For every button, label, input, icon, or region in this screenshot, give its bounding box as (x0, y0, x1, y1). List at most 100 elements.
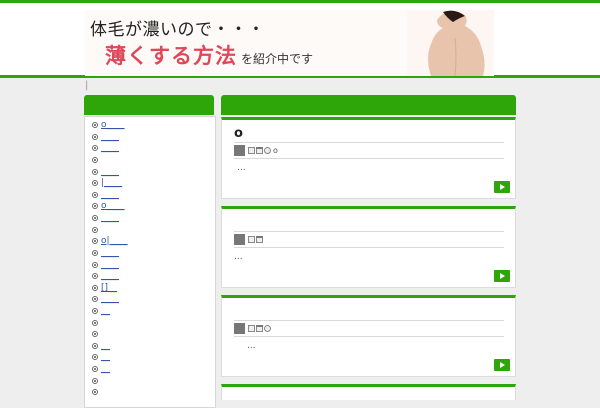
sidebar-item[interactable] (92, 387, 101, 397)
avatar (234, 145, 245, 156)
bullet-icon (92, 227, 98, 233)
post-card (221, 384, 516, 400)
folder-icon (248, 236, 255, 243)
post-excerpt: ... (237, 163, 246, 173)
divider (234, 320, 504, 321)
sidebar-item[interactable]: __ (92, 364, 110, 374)
sidebar-link[interactable]: __ (101, 352, 110, 362)
bullet-icon (92, 134, 98, 140)
sidebar-item[interactable]: o____ (92, 201, 125, 211)
bullet-icon (92, 366, 98, 372)
bullet-icon (92, 145, 98, 151)
sidebar-link[interactable]: ____ (101, 294, 119, 304)
breadcrumb: | (85, 80, 89, 91)
bullet-icon (92, 122, 98, 128)
sidebar-item[interactable]: ____ (92, 271, 119, 281)
calendar-icon (256, 325, 263, 332)
sidebar-item[interactable]: ____ (92, 190, 119, 200)
post-title[interactable]: o (234, 126, 243, 142)
site-header: 体毛が濃いので・・・ 薄くする方法 を紹介中です (0, 3, 600, 78)
divider (234, 231, 504, 232)
folder-icon (248, 147, 255, 154)
sidebar-header (84, 95, 214, 115)
read-more-button[interactable] (494, 270, 510, 282)
bullet-icon (92, 203, 98, 209)
sidebar-item[interactable]: |____ (92, 178, 122, 188)
bullet-icon (92, 320, 98, 326)
sidebar-link[interactable]: o____ (101, 120, 125, 130)
sidebar-link[interactable]: ____ (101, 260, 119, 270)
read-more-button[interactable] (494, 181, 510, 193)
sidebar-link[interactable]: ____ (101, 213, 119, 223)
sidebar-item[interactable]: ____ (92, 132, 119, 142)
sidebar-item[interactable]: ____ (92, 248, 119, 258)
tag-icon (264, 147, 271, 154)
header-banner[interactable]: 体毛が濃いので・・・ 薄くする方法 を紹介中です (85, 10, 494, 76)
divider (234, 336, 504, 337)
sidebar-link[interactable]: ____ (101, 167, 119, 177)
sidebar-item[interactable]: ____ (92, 260, 119, 270)
post-excerpt: ... (234, 252, 243, 262)
bullet-icon (92, 262, 98, 268)
post-meta: o (234, 145, 278, 156)
sidebar-item[interactable] (92, 155, 101, 165)
banner-tagline: を紹介中です (241, 52, 314, 66)
sidebar-link[interactable]: ____ (101, 132, 119, 142)
sidebar-item[interactable] (92, 329, 101, 339)
sidebar-link[interactable]: __ (101, 341, 110, 351)
sidebar-item[interactable] (92, 318, 101, 328)
bullet-icon (92, 285, 98, 291)
sidebar-link[interactable]: ____ (101, 190, 119, 200)
sidebar-link[interactable]: __ (101, 306, 110, 316)
bullet-icon (92, 238, 98, 244)
comment-count: o (273, 146, 278, 155)
bullet-icon (92, 354, 98, 360)
read-more-button[interactable] (494, 359, 510, 371)
bullet-icon (92, 250, 98, 256)
banner-headline: 体毛が濃いので・・・ (90, 20, 265, 40)
sidebar-link[interactable]: o|____ (101, 236, 128, 246)
sidebar-item[interactable] (92, 225, 101, 235)
calendar-icon (256, 236, 263, 243)
bullet-icon (92, 215, 98, 221)
bullet-icon (92, 343, 98, 349)
tag-icon (264, 325, 271, 332)
post-excerpt: ... (247, 341, 256, 351)
sidebar-item[interactable]: __ (92, 306, 110, 316)
sidebar-link[interactable]: []__ (101, 283, 117, 293)
post-meta (234, 234, 265, 245)
sidebar-item[interactable] (92, 376, 101, 386)
bullet-icon (92, 389, 98, 395)
bullet-icon (92, 296, 98, 302)
bullet-icon (92, 192, 98, 198)
post-meta (234, 323, 273, 334)
sidebar-link[interactable]: __ (101, 364, 110, 374)
sidebar-link[interactable]: ____ (101, 271, 119, 281)
bullet-icon (92, 157, 98, 163)
sidebar-link[interactable]: ____ (101, 143, 119, 153)
sidebar-link[interactable]: |____ (101, 178, 122, 188)
main-header (221, 95, 516, 115)
sidebar-link[interactable]: ____ (101, 248, 119, 258)
sidebar-item[interactable]: ____ (92, 294, 119, 304)
sidebar-item[interactable]: __ (92, 341, 110, 351)
sidebar-item[interactable]: o|____ (92, 236, 128, 246)
banner-subline: 薄くする方法 を紹介中です (105, 40, 313, 70)
sidebar-item[interactable]: o____ (92, 120, 125, 130)
divider (234, 158, 504, 159)
avatar (234, 234, 245, 245)
sidebar-link[interactable]: o____ (101, 201, 125, 211)
divider (234, 142, 504, 143)
avatar (234, 323, 245, 334)
bullet-icon (92, 378, 98, 384)
sidebar-item[interactable]: ____ (92, 213, 119, 223)
post-card: ... (221, 206, 516, 288)
bullet-icon (92, 169, 98, 175)
sidebar-item[interactable]: ____ (92, 143, 119, 153)
bullet-icon (92, 308, 98, 314)
bullet-icon (92, 331, 98, 337)
sidebar-item[interactable]: []__ (92, 283, 117, 293)
sidebar-item[interactable]: __ (92, 352, 110, 362)
sidebar-item[interactable]: ____ (92, 167, 119, 177)
post-card: o o ... (221, 117, 516, 199)
